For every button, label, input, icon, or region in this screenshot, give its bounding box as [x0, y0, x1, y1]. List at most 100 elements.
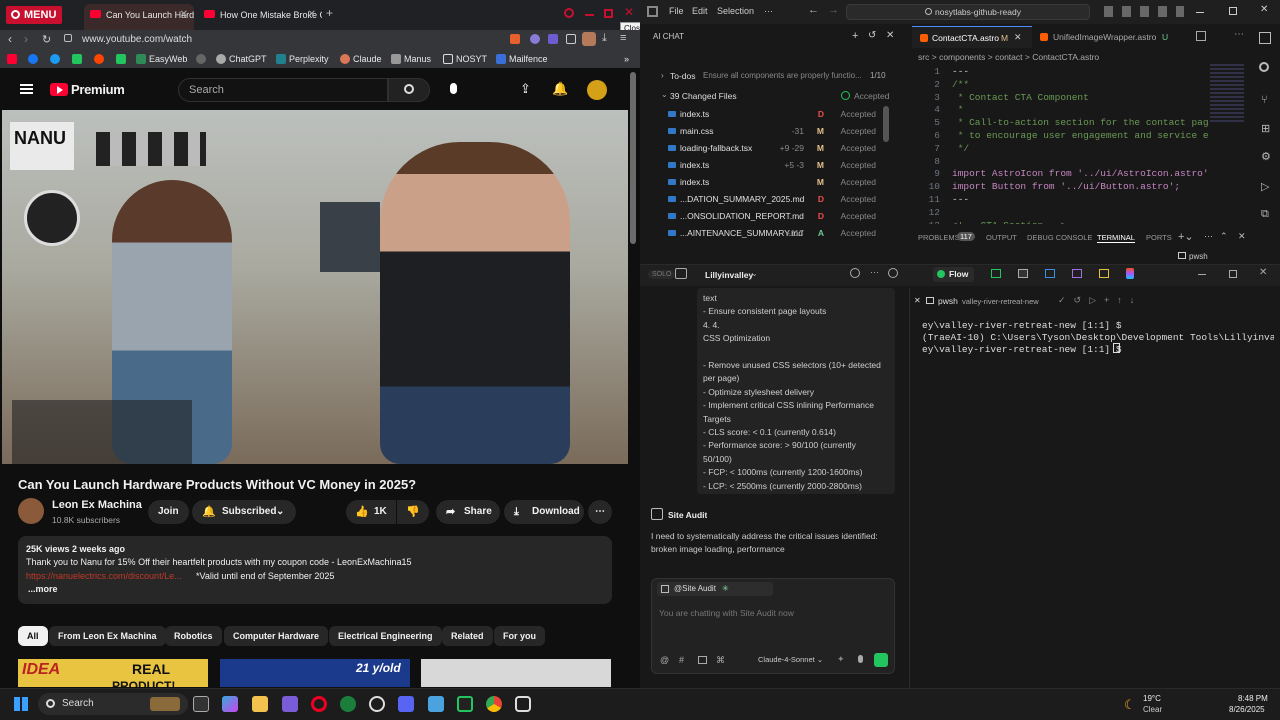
model-selector[interactable]: Claude-4-Sonnet ⌄: [758, 655, 823, 664]
panel-tab-terminal[interactable]: TERMINAL: [1097, 233, 1135, 243]
chip-robotics[interactable]: Robotics: [165, 626, 222, 646]
bookmark-youtube-icon[interactable]: [7, 53, 20, 65]
notepad-icon[interactable]: [428, 696, 444, 712]
account-avatar[interactable]: [587, 80, 607, 100]
close-window-icon[interactable]: ✕: [624, 5, 634, 19]
view-toggle-icon[interactable]: [991, 269, 1001, 278]
maximize-icon[interactable]: [604, 9, 613, 18]
chip-for-you[interactable]: For you: [494, 626, 545, 646]
create-upload-icon[interactable]: ⇪: [520, 81, 531, 97]
todos-chevron-icon[interactable]: ›: [661, 71, 664, 80]
share-button[interactable]: ➦ Share: [436, 500, 500, 524]
profile-avatar[interactable]: [582, 32, 596, 46]
clock-date[interactable]: 8/26/2025: [1229, 705, 1265, 714]
editor-tab[interactable]: UnifiedImageWrapper.astro U: [1034, 26, 1174, 48]
panel-more-icon[interactable]: ⋯: [1204, 231, 1213, 242]
channel-avatar[interactable]: [18, 498, 44, 524]
figma-icon[interactable]: [1126, 268, 1134, 279]
terminal-actions[interactable]: ✓↺▷+↑↓: [1058, 295, 1142, 306]
menu-file[interactable]: File: [669, 6, 684, 16]
breadcrumb-item[interactable]: ContactCTA.astro: [1032, 52, 1099, 62]
more-actions-button[interactable]: ⋯: [588, 500, 612, 524]
new-tab-icon[interactable]: +: [326, 6, 333, 20]
browser-menu-icon[interactable]: ≡: [620, 32, 626, 44]
workspace-switcher[interactable]: Lillyinvalley: [705, 270, 753, 280]
minimap[interactable]: [1210, 64, 1244, 124]
solo-toggle[interactable]: SOLO: [648, 270, 676, 279]
menu-selection[interactable]: Selection: [717, 6, 754, 16]
search-tabs-icon[interactable]: [564, 8, 574, 18]
search-input[interactable]: Search: [178, 78, 388, 102]
extension-icon[interactable]: [510, 34, 520, 44]
bookmark-claude[interactable]: Claude: [340, 53, 382, 65]
guide-menu-icon[interactable]: [20, 84, 33, 94]
file-list-scrollbar[interactable]: [883, 106, 889, 142]
chat-input-field[interactable]: You are chatting with Site Audit now: [659, 608, 794, 618]
source-control-icon[interactable]: ⑂: [1261, 94, 1268, 106]
taskbar-search[interactable]: Search: [38, 693, 188, 715]
changed-file-row[interactable]: ...ONSOLIDATION_REPORT.md D Accepted: [658, 208, 880, 224]
panel-tab-problems[interactable]: PROBLEMS: [918, 233, 960, 242]
flow-button[interactable]: Flow: [933, 267, 975, 282]
close-tab-icon[interactable]: ✕: [1014, 32, 1022, 43]
bookmark-reddit-icon[interactable]: [94, 53, 107, 65]
changed-file-row[interactable]: ...AINTENANCE_SUMMARY.md +117 A Accepted: [658, 225, 880, 241]
image-icon[interactable]: [698, 656, 707, 664]
close-window-icon[interactable]: ✕: [1260, 4, 1268, 15]
account-icon[interactable]: [888, 268, 898, 278]
tab-youtube-video[interactable]: Can You Launch Hard ✕: [84, 4, 194, 30]
back-icon[interactable]: ←: [808, 4, 819, 16]
minimize-icon[interactable]: [1198, 274, 1206, 275]
bookmark-easyweb[interactable]: EasyWeb: [136, 53, 187, 65]
join-button[interactable]: Join: [148, 500, 189, 524]
close-terminal-icon[interactable]: ✕: [914, 296, 921, 305]
editor-tab-active[interactable]: ContactCTA.astro M ✕: [912, 26, 1032, 48]
panel-tab-ports[interactable]: PORTS: [1146, 233, 1172, 242]
channel-name[interactable]: Leon Ex Machina: [52, 499, 142, 511]
breadcrumb-item[interactable]: contact: [995, 52, 1022, 62]
search-button[interactable]: [388, 78, 430, 102]
breadcrumb-item[interactable]: src: [918, 52, 929, 62]
chrome-icon[interactable]: [486, 696, 502, 712]
new-terminal-icon[interactable]: +⌄: [1178, 230, 1194, 243]
video-thumbnail[interactable]: 21 y/old: [220, 659, 410, 687]
opera-icon[interactable]: [311, 696, 327, 712]
bookmark-play-icon[interactable]: [116, 53, 129, 65]
task-view-icon[interactable]: [193, 696, 209, 712]
start-windows-icon[interactable]: [14, 697, 28, 711]
video-player[interactable]: NANU: [2, 110, 628, 464]
forward-icon[interactable]: ›: [24, 32, 28, 46]
tab-second-video[interactable]: How One Mistake Broke C ✕: [198, 4, 322, 30]
changed-file-row[interactable]: index.ts M Accepted: [658, 174, 880, 190]
bookmark-nosyt[interactable]: NOSYT: [443, 53, 487, 65]
app-icon[interactable]: [340, 696, 356, 712]
minimize-icon[interactable]: [585, 14, 594, 16]
close-panel-icon[interactable]: ✕: [886, 30, 894, 41]
notifications-bell-icon[interactable]: 🔔: [552, 81, 568, 97]
description-link[interactable]: https://nanuelectrics.com/discount/Le...: [26, 571, 194, 581]
enhance-icon[interactable]: ✦: [837, 654, 845, 665]
view-toggle-icon[interactable]: [1018, 269, 1028, 278]
close-tab-icon[interactable]: ✕: [308, 4, 316, 26]
like-button[interactable]: 👍 1K: [346, 500, 396, 524]
terminal-shell-name[interactable]: pwsh: [938, 296, 958, 306]
sidebar-toggle-icon[interactable]: [675, 268, 687, 279]
url-field[interactable]: www.youtube.com/watch: [82, 34, 192, 45]
panel-tab-output[interactable]: OUTPUT: [986, 233, 1017, 242]
code-editor[interactable]: 1 --- 2/** 3 * Contact CTA Component 4 * 5 * …: [912, 64, 1208, 224]
voice-search-icon[interactable]: [450, 83, 457, 94]
app-icon[interactable]: [282, 696, 298, 712]
chip-electrical-engineering[interactable]: Electrical Engineering: [329, 626, 442, 646]
maximize-icon[interactable]: [1229, 7, 1237, 15]
todos-label[interactable]: To-dos: [670, 71, 696, 81]
close-panel-icon[interactable]: ✕: [1238, 231, 1246, 242]
changed-file-row[interactable]: index.ts D Accepted: [658, 106, 880, 122]
bookmark-k-icon[interactable]: [72, 53, 85, 65]
clock-time[interactable]: 8:48 PM: [1238, 694, 1268, 703]
reload-icon[interactable]: ↻: [42, 33, 51, 46]
mention-at-icon[interactable]: @: [660, 655, 669, 665]
menu-edit[interactable]: Edit: [692, 6, 708, 16]
github-icon[interactable]: [369, 696, 385, 712]
weather-temperature[interactable]: 19°C: [1143, 694, 1161, 703]
maximize-panel-icon[interactable]: ⌃: [1220, 231, 1228, 242]
